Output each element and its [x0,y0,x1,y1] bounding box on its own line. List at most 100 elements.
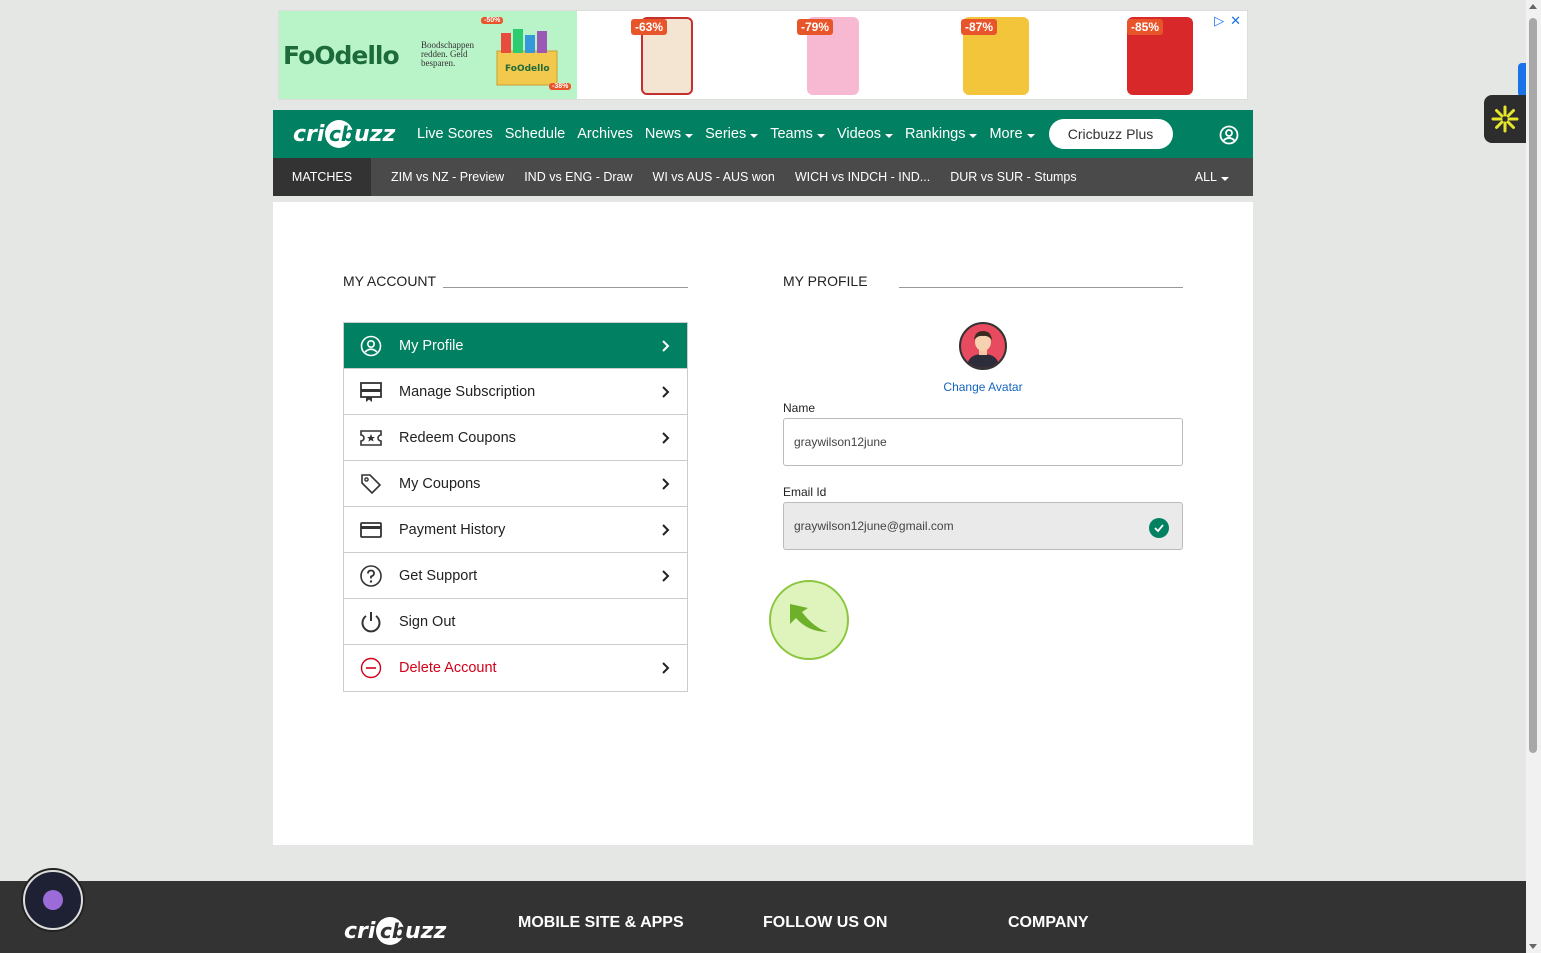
nav-link-rankings[interactable]: Rankings [905,126,978,142]
nav-link-schedule[interactable]: Schedule [505,126,565,142]
nav-link-label: More [989,126,1023,142]
nav-links: Live Scores Schedule Archives News Series Tea… [417,126,1047,142]
menu-item-delete-account[interactable]: Delete Account [344,645,687,691]
nav-link-videos[interactable]: Videos [836,126,894,142]
svg-text:FoOdello: FoOdello [505,64,550,74]
user-account-icon[interactable] [1219,125,1239,145]
chevron-down-icon [750,133,759,138]
chevron-right-icon [661,431,671,449]
nav-link-teams[interactable]: Teams [770,126,825,142]
menu-item-manage-subscription[interactable]: Manage Subscription [344,369,687,415]
ad-product-1-discount: -63% [631,19,668,35]
match-link[interactable]: WICH vs INDCH - IND... [795,170,930,184]
svg-text:cri: cri [344,919,376,944]
my-account-heading: MY ACCOUNT [343,273,437,289]
scroll-up-icon[interactable] [1529,4,1537,9]
name-field[interactable]: graywilson12june [783,418,1183,466]
ad-banner[interactable]: FoOdello Boodschappen redden. Geld bespa… [278,10,1248,100]
help-icon [359,564,383,588]
chevron-down-icon [816,133,825,138]
footer-heading-company: COMPANY [1008,914,1089,931]
ticket-icon [359,426,383,450]
minus-circle-icon [359,656,383,680]
menu-item-label: Sign Out [399,613,456,630]
avatar[interactable] [959,322,1007,370]
account-content: MY ACCOUNT My Profile Manage Subscription… [273,202,1253,845]
chevron-right-icon [661,569,671,587]
side-tab[interactable] [1518,63,1526,97]
menu-item-my-profile[interactable]: My Profile [344,323,687,369]
ad-products[interactable]: -63% -79% -87% -85% ▷ ✕ [577,11,1247,99]
svg-text:cb: cb [329,122,355,146]
footer: cri cb uzz MOBILE SITE & APPS FOLLOW US … [0,881,1526,953]
cricbuzz-plus-button[interactable]: Cricbuzz Plus [1048,119,1173,149]
match-list: ZIM vs NZ - Preview IND vs ENG - Draw WI v… [371,170,1077,184]
footer-cricbuzz-logo[interactable]: cri cb uzz [344,915,448,947]
avatar-person-icon [967,331,999,368]
card-icon [359,518,383,542]
chevron-down-icon [885,133,894,138]
chevron-down-icon [685,133,694,138]
chevron-right-icon [661,661,671,679]
tag-icon [359,472,383,496]
email-value: graywilson12june@gmail.com [794,519,954,533]
nav-link-news[interactable]: News [644,126,694,142]
chat-bubble-button[interactable] [23,870,83,930]
ad-logo: FoOdello [283,41,400,70]
ad-tagline: Boodschappen redden. Geld besparen. [421,40,474,68]
menu-item-label: Manage Subscription [399,383,536,400]
menu-item-label: Delete Account [399,660,497,676]
menu-item-sign-out[interactable]: Sign Out [344,599,687,645]
verified-check-icon [1149,518,1169,538]
matches-bar: MATCHES ZIM vs NZ - Preview IND vs ENG - … [273,158,1253,196]
menu-item-label: My Coupons [399,475,481,492]
menu-item-label: Get Support [399,567,478,584]
nav-link-archives[interactable]: Archives [577,126,633,142]
footer-heading-follow: FOLLOW US ON [763,914,888,931]
sparkle-widget-button[interactable] [1484,95,1526,143]
nav-link-label: Live Scores [417,126,493,142]
svg-text:cri: cri [293,122,325,147]
match-link[interactable]: ZIM vs NZ - Preview [391,170,504,184]
change-avatar-link[interactable]: Change Avatar [913,380,1053,394]
chevron-down-icon [1221,176,1229,181]
nav-link-live-scores[interactable]: Live Scores [417,126,493,142]
scroll-thumb[interactable] [1529,18,1537,753]
sparkle-icon [1491,105,1519,133]
menu-item-label: Redeem Coupons [399,429,516,446]
nav-link-more[interactable]: More [989,126,1035,142]
nav-link-label: Videos [836,126,882,142]
match-link[interactable]: WI vs AUS - AUS won [653,170,775,184]
all-matches-label: ALL [1194,170,1217,184]
close-icon[interactable]: ✕ [1230,13,1241,29]
chat-dot-icon [43,890,63,910]
ad-product-3-discount: -87% [961,19,998,35]
nav-link-label: News [644,126,682,142]
scroll-down-icon[interactable] [1529,944,1537,949]
page-scrollbar[interactable] [1526,0,1541,953]
user-circle-icon [359,334,383,358]
match-link[interactable]: IND vs ENG - Draw [524,170,632,184]
menu-item-my-coupons[interactable]: My Coupons [344,461,687,507]
subscription-icon [359,380,383,404]
menu-item-payment-history[interactable]: Payment History [344,507,687,553]
main-navbar: cri cb uzz Live Scores Schedule Archives Ne… [273,110,1253,158]
menu-item-redeem-coupons[interactable]: Redeem Coupons [344,415,687,461]
footer-heading-mobile: MOBILE SITE & APPS [518,914,684,931]
match-link[interactable]: DUR vs SUR - Stumps [950,170,1076,184]
chevron-right-icon [661,523,671,541]
cricbuzz-logo[interactable]: cri cb uzz [293,118,397,150]
cursor-highlight-icon [769,580,849,660]
nav-link-label: Schedule [504,126,566,142]
ad-brand-panel[interactable]: FoOdello Boodschappen redden. Geld bespa… [279,11,577,99]
email-label: Email Id [783,485,827,499]
ad-badge-bottom: -38% [549,83,572,90]
nav-link-series[interactable]: Series [705,126,759,142]
all-matches-dropdown[interactable]: ALL [1195,170,1229,184]
adchoices-icon[interactable]: ▷ [1214,13,1224,29]
matches-tab[interactable]: MATCHES [273,158,371,196]
nav-link-label: Rankings [905,126,966,142]
menu-item-get-support[interactable]: Get Support [344,553,687,599]
my-profile-heading: MY PROFILE [783,273,868,289]
ad-product-2-discount: -79% [797,19,834,35]
